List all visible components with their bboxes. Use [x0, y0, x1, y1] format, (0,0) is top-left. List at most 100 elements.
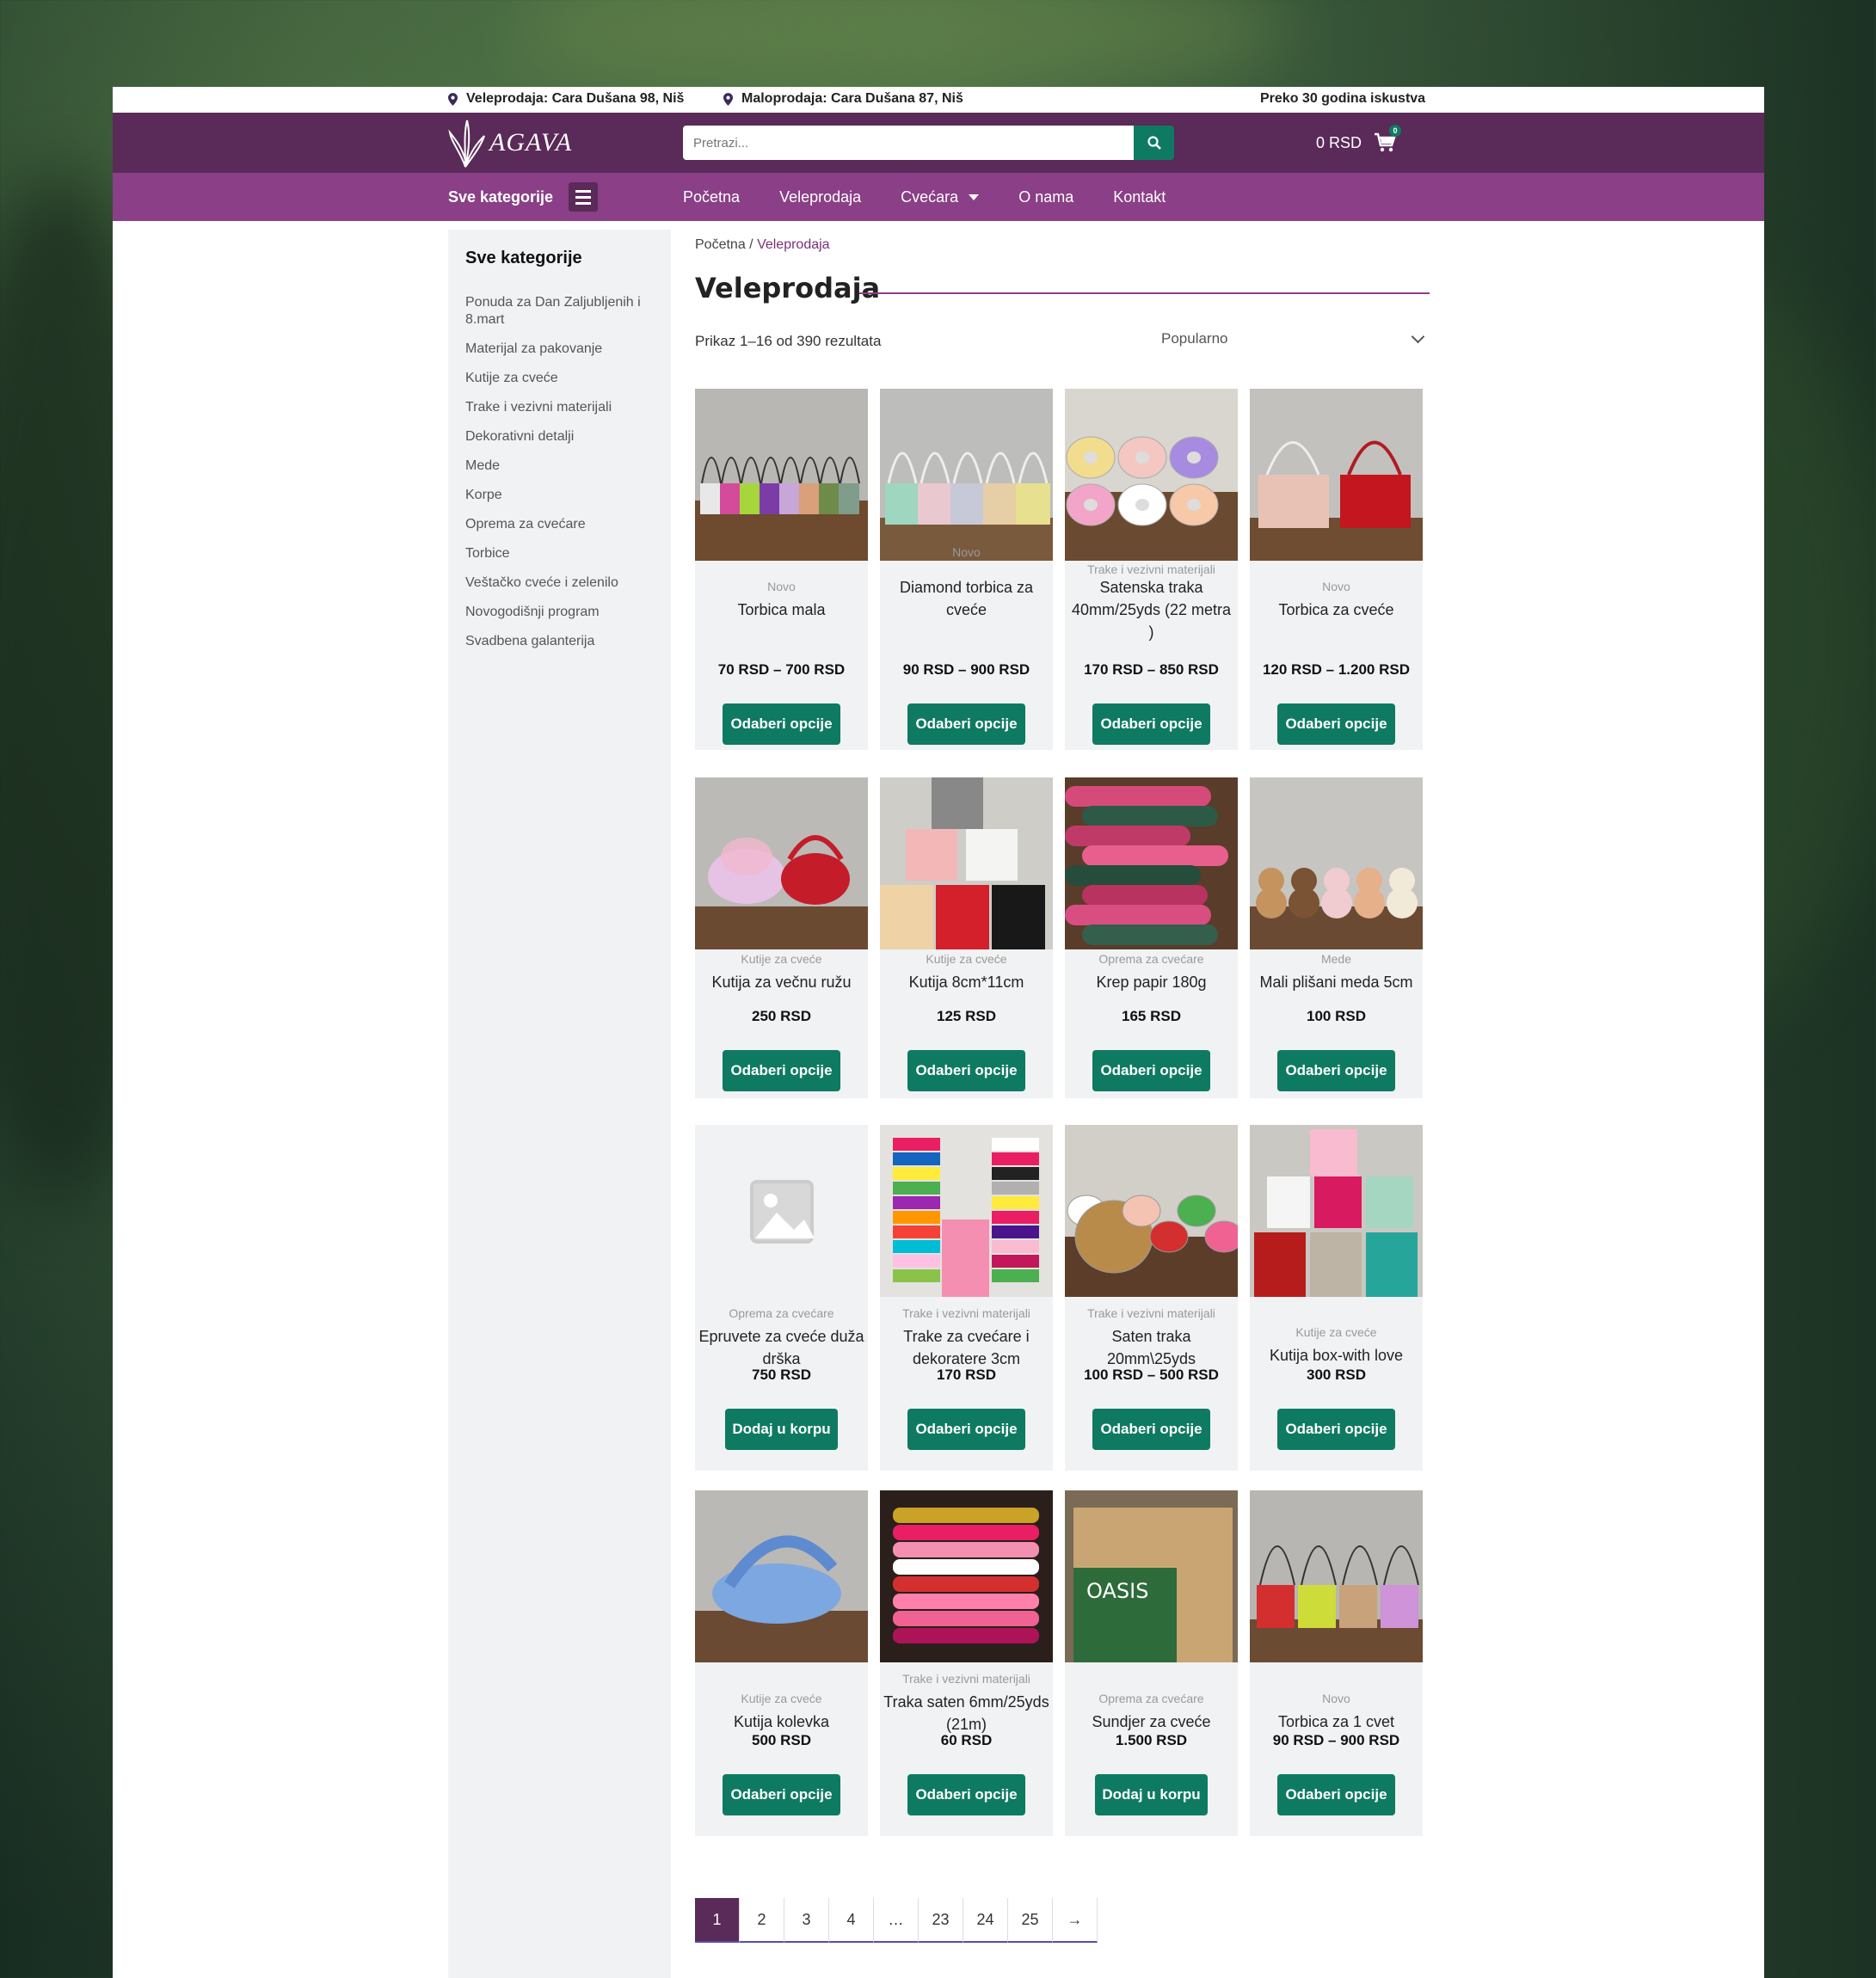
product-card[interactable]: Novo Torbica za 1 cvet 90 RSD – 900 RSD Oda…	[1250, 1490, 1423, 1836]
select-options-button[interactable]: Odaberi opcije	[1277, 1050, 1395, 1091]
product-card[interactable]: Novo Torbica mala 70 RSD – 700 RSD Odaberi …	[695, 389, 868, 750]
product-card[interactable]: Mede Mali plišani meda 5cm 100 RSD Odaberi …	[1250, 777, 1423, 1098]
add-to-cart-button[interactable]: Dodaj u korpu	[725, 1409, 838, 1450]
page-link[interactable]: 3	[784, 1898, 829, 1943]
page-link[interactable]: 1	[695, 1898, 740, 1943]
select-options-button[interactable]: Odaberi opcije	[907, 1774, 1025, 1815]
product-name[interactable]: Trake za cvećare i dekoratere 3cm	[880, 1325, 1053, 1370]
product-card[interactable]: Kutije za cveće Kutija za večnu ružu 250 R…	[695, 777, 868, 1098]
product-image[interactable]	[1065, 777, 1238, 949]
page-link[interactable]: 4	[829, 1898, 874, 1943]
product-image[interactable]: OASIS	[1065, 1490, 1238, 1662]
product-card[interactable]: Novo Diamond torbica za cveće 90 RSD – 900…	[880, 389, 1053, 750]
select-options-button[interactable]: Odaberi opcije	[1277, 1409, 1395, 1450]
page-link[interactable]: 23	[919, 1898, 963, 1943]
product-image[interactable]	[1065, 389, 1238, 561]
product-category[interactable]: Mede	[1250, 952, 1423, 966]
nav-item-veleprodaja[interactable]: Veleprodaja	[779, 188, 861, 206]
product-category[interactable]: Trake i vezivni materijali	[880, 1306, 1053, 1320]
product-name[interactable]: Traka saten 6mm/25yds (21m)	[880, 1691, 1053, 1735]
product-card[interactable]: Trake i vezivni materijali Saten traka 20…	[1065, 1125, 1238, 1471]
select-options-button[interactable]: Odaberi opcije	[1092, 703, 1210, 745]
product-name[interactable]: Epruvete za cveće duža drška	[695, 1325, 868, 1370]
select-options-button[interactable]: Odaberi opcije	[1277, 1774, 1395, 1815]
breadcrumb-home[interactable]: Početna	[695, 237, 746, 252]
sidebar-item[interactable]: Kutije za cveće	[465, 370, 654, 387]
select-options-button[interactable]: Odaberi opcije	[1092, 1050, 1210, 1091]
product-category[interactable]: Kutije za cveće	[695, 1692, 868, 1705]
product-image[interactable]	[880, 389, 1053, 561]
product-card[interactable]: Trake i vezivni materijali Satenska traka…	[1065, 389, 1238, 750]
sidebar-item[interactable]: Materijal za pakovanje	[465, 341, 654, 358]
product-category[interactable]: Novo	[1250, 580, 1423, 593]
product-card[interactable]: Trake i vezivni materijali Traka saten 6m…	[880, 1490, 1053, 1836]
sidebar-item[interactable]: Veštačko cveće i zelenilo	[465, 574, 654, 592]
product-image[interactable]	[880, 777, 1053, 949]
product-card[interactable]: Oprema za cvećare Epruvete za cveće duža …	[695, 1125, 868, 1471]
product-name[interactable]: Diamond torbica za cveće	[880, 576, 1053, 621]
product-card[interactable]: Kutije za cveće Kutija 8cm*11cm 125 RSD Oda…	[880, 777, 1053, 1098]
product-card[interactable]: Oprema za cvećare Krep papir 180g 165 RSD O…	[1065, 777, 1238, 1098]
product-name[interactable]: Sundjer za cveće	[1065, 1711, 1238, 1733]
search-button[interactable]	[1134, 126, 1174, 160]
product-card[interactable]: Novo Torbica za cveće 120 RSD – 1.200 RSD O…	[1250, 389, 1423, 750]
product-category[interactable]: Oprema za cvećare	[1065, 1692, 1238, 1705]
product-name[interactable]: Saten traka 20mm\25yds	[1065, 1325, 1238, 1370]
nav-item-o-nama[interactable]: O nama	[1018, 188, 1073, 206]
cart-icon[interactable]: 0	[1374, 125, 1402, 153]
sidebar-item[interactable]: Trake i vezivni materijali	[465, 399, 654, 416]
cart[interactable]: 0 RSD 0	[1316, 113, 1402, 173]
product-name[interactable]: Kutija za večnu ružu	[695, 971, 868, 993]
sort-select[interactable]: Popularno	[1153, 326, 1430, 352]
product-image[interactable]	[695, 1490, 868, 1662]
product-card[interactable]: OASIS Oprema za cvećare Sundjer za cveće 1.…	[1065, 1490, 1238, 1836]
product-name[interactable]: Torbica mala	[695, 599, 868, 621]
product-name[interactable]: Kutija box-with love	[1250, 1344, 1423, 1367]
product-category[interactable]: Trake i vezivni materijali	[1065, 562, 1238, 576]
product-category[interactable]: Novo	[695, 580, 868, 593]
sidebar-item[interactable]: Svadbena galanterija	[465, 633, 654, 650]
product-name[interactable]: Kutija kolevka	[695, 1711, 868, 1733]
product-image[interactable]	[1250, 1490, 1423, 1662]
select-options-button[interactable]: Odaberi opcije	[907, 703, 1025, 745]
product-name[interactable]: Satenska traka 40mm/25yds (22 metra )	[1065, 576, 1238, 643]
product-image[interactable]	[1250, 1125, 1423, 1297]
select-options-button[interactable]: Odaberi opcije	[907, 1050, 1025, 1091]
product-image[interactable]	[695, 777, 868, 949]
product-name[interactable]: Torbica za cveće	[1250, 599, 1423, 621]
add-to-cart-button[interactable]: Dodaj u korpu	[1095, 1774, 1208, 1815]
product-name[interactable]: Mali plišani meda 5cm	[1250, 971, 1423, 993]
product-image[interactable]	[1250, 777, 1423, 949]
sidebar-item[interactable]: Mede	[465, 458, 654, 475]
product-image[interactable]	[880, 1490, 1053, 1662]
product-name[interactable]: Torbica za 1 cvet	[1250, 1711, 1423, 1733]
product-category[interactable]: Trake i vezivni materijali	[880, 1672, 1053, 1686]
product-category[interactable]: Novo	[1250, 1692, 1423, 1705]
product-category[interactable]: Trake i vezivni materijali	[1065, 1306, 1238, 1320]
product-card[interactable]: Kutije za cveće Kutija kolevka 500 RSD Odab…	[695, 1490, 868, 1836]
nav-item-pocetna[interactable]: Početna	[683, 188, 740, 206]
product-category[interactable]: Novo	[880, 545, 1053, 559]
sidebar-item[interactable]: Ponuda za Dan Zaljubljenih i 8.mart	[465, 294, 654, 329]
all-categories-toggle[interactable]: Sve kategorije	[448, 173, 599, 221]
select-options-button[interactable]: Odaberi opcije	[723, 1774, 840, 1815]
select-options-button[interactable]: Odaberi opcije	[723, 1050, 840, 1091]
product-name[interactable]: Krep papir 180g	[1065, 971, 1238, 993]
nav-item-cvecara[interactable]: Cvećara	[901, 188, 980, 206]
page-link[interactable]: 25	[1008, 1898, 1053, 1943]
product-card[interactable]: Kutije za cveće Kutija box-with love 300 R…	[1250, 1125, 1423, 1471]
product-category[interactable]: Oprema za cvećare	[695, 1306, 868, 1320]
select-options-button[interactable]: Odaberi opcije	[1277, 703, 1395, 745]
sidebar-item[interactable]: Dekorativni detalji	[465, 428, 654, 445]
select-options-button[interactable]: Odaberi opcije	[723, 703, 840, 745]
page-link[interactable]: 24	[963, 1898, 1008, 1943]
product-card[interactable]: Trake i vezivni materijali Trake za cveća…	[880, 1125, 1053, 1471]
page-link[interactable]: 2	[740, 1898, 784, 1943]
sidebar-item[interactable]: Oprema za cvećare	[465, 516, 654, 533]
product-image[interactable]	[1250, 389, 1423, 561]
product-image[interactable]	[1065, 1125, 1238, 1297]
sidebar-item[interactable]: Torbice	[465, 545, 654, 562]
sidebar-item[interactable]: Korpe	[465, 487, 654, 504]
product-category[interactable]: Oprema za cvećare	[1065, 952, 1238, 966]
next-page-arrow[interactable]: →	[1053, 1898, 1098, 1943]
